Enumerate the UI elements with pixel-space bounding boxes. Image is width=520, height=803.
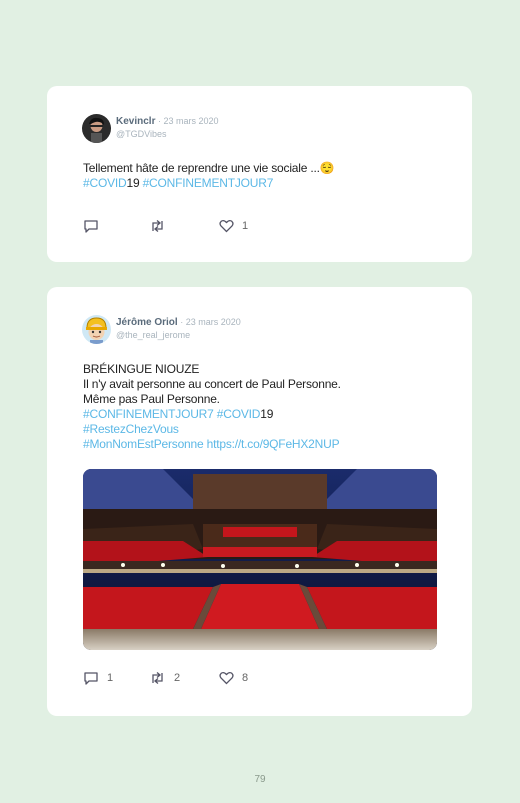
tweet-line: #CONFINEMENTJOUR7 #COVID19: [83, 407, 443, 422]
author-name[interactable]: Jérôme Oriol: [116, 317, 178, 328]
retweet-button[interactable]: 2: [149, 671, 180, 685]
tweet-line: BRÉKINGUE NIOUZE: [83, 362, 443, 377]
retweet-button[interactable]: [149, 219, 174, 233]
tweet-photo[interactable]: [83, 469, 437, 650]
like-count: 8: [242, 672, 249, 684]
tweet-line: #RestezChezVous: [83, 422, 443, 437]
avatar[interactable]: [82, 114, 111, 143]
tweet-date[interactable]: 23 mars 2020: [163, 116, 218, 126]
heart-icon: [219, 671, 234, 685]
retweet-count: 2: [174, 672, 181, 684]
tweet-line: #MonNomEstPersonne https://t.co/9QFeHX2N…: [83, 437, 443, 452]
page-number: 79: [254, 774, 266, 785]
reply-button[interactable]: 1: [83, 671, 113, 685]
reply-icon: [84, 672, 98, 685]
hashtag-link[interactable]: #MonNomEstPersonne: [83, 437, 204, 451]
tweet-text-segment: Tellement hâte de reprendre une vie soci…: [83, 161, 335, 175]
tweet-header: Jérôme Oriol · 23 mars 2020 @the_real_je…: [116, 316, 241, 342]
tweet-actions: 1: [83, 219, 283, 235]
like-count: 1: [242, 220, 249, 232]
hashtag-link[interactable]: #CONFINEMENTJOUR7: [83, 407, 214, 421]
tweet-date[interactable]: 23 mars 2020: [186, 317, 241, 327]
hashtag-link[interactable]: #COVID: [83, 176, 127, 190]
author-handle[interactable]: @TGDVibes: [116, 128, 219, 141]
tweet-text-segment: BRÉKINGUE NIOUZE: [83, 362, 200, 376]
tweet-line: Tellement hâte de reprendre une vie soci…: [83, 161, 443, 176]
like-button[interactable]: 8: [219, 671, 248, 685]
tweet-line: Il n'y avait personne au concert de Paul…: [83, 377, 443, 392]
tweet-text: BRÉKINGUE NIOUZE Il n'y avait personne au…: [83, 362, 443, 452]
retweet-icon: [152, 672, 163, 684]
reply-count: 1: [107, 672, 114, 684]
hashtag-link[interactable]: #CONFINEMENTJOUR7: [143, 176, 274, 190]
hashtag-link[interactable]: https://t.co/9QFeHX2NUP: [207, 437, 340, 451]
reply-icon: [84, 220, 98, 233]
avatar[interactable]: [82, 315, 111, 344]
tweet-text: Tellement hâte de reprendre une vie soci…: [83, 161, 443, 191]
like-button[interactable]: 1: [219, 219, 248, 233]
tweet-text-segment: Il n'y avait personne au concert de Paul…: [83, 377, 341, 391]
hashtag-link[interactable]: #RestezChezVous: [83, 422, 179, 436]
tweet-text-segment: Même pas Paul Personne.: [83, 392, 220, 406]
user-avatar-icon: [82, 114, 111, 143]
tweet-actions: 1 2 8: [83, 671, 283, 687]
tweet-card: Kevinclr · 23 mars 2020 @TGDVibes Tellem…: [47, 86, 472, 262]
author-handle[interactable]: @the_real_jerome: [116, 329, 241, 342]
reply-button[interactable]: [83, 219, 107, 233]
user-avatar-icon: [82, 315, 111, 344]
heart-icon: [219, 219, 234, 233]
tweet-text-segment: 19: [126, 176, 143, 190]
concert-hall-photo: [83, 469, 437, 650]
tweet-header: Kevinclr · 23 mars 2020 @TGDVibes: [116, 115, 219, 141]
tweet-line: #COVID19 #CONFINEMENTJOUR7: [83, 176, 443, 191]
hashtag-link[interactable]: #COVID: [217, 407, 261, 421]
author-name[interactable]: Kevinclr: [116, 116, 155, 127]
separator: ·: [177, 317, 186, 327]
retweet-icon: [152, 220, 163, 232]
tweet-card: Jérôme Oriol · 23 mars 2020 @the_real_je…: [47, 287, 472, 716]
tweet-line: Même pas Paul Personne.: [83, 392, 443, 407]
tweet-text-segment: 19: [260, 407, 274, 421]
